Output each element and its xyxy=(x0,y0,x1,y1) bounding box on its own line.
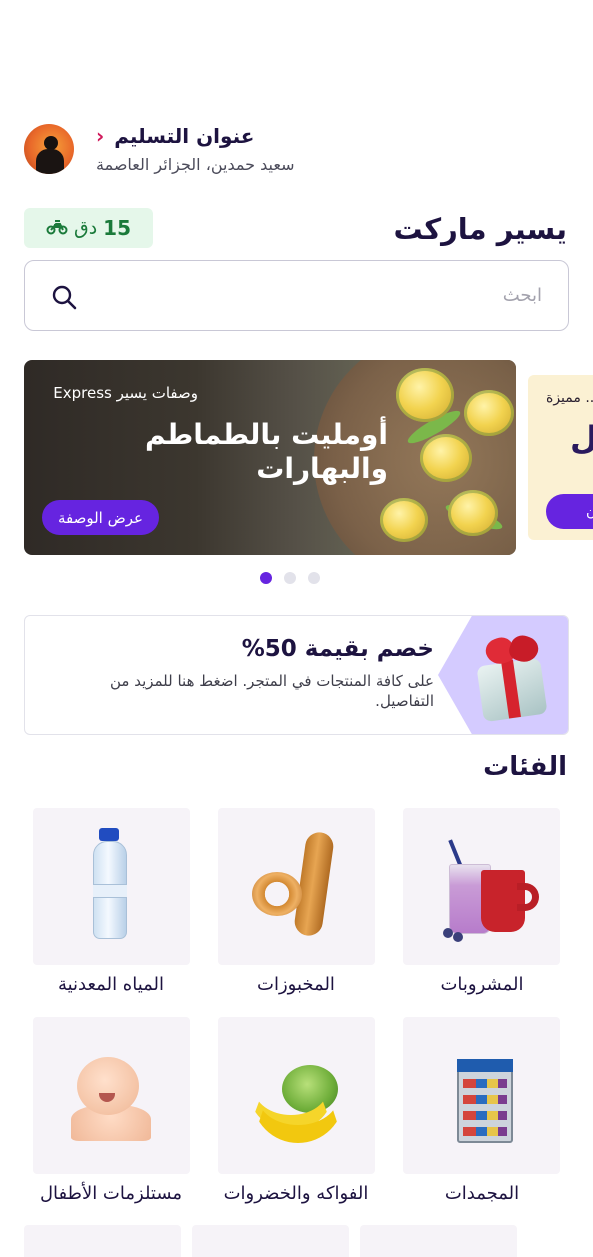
carousel-dot[interactable] xyxy=(284,572,296,584)
avatar[interactable] xyxy=(24,124,74,174)
category-label: المياه المعدنية xyxy=(57,974,165,995)
baby-icon[interactable] xyxy=(33,1017,190,1174)
home-screen: › عنوان التسليم سعيد حمدين، الجزائر العا… xyxy=(0,0,593,1257)
banana-icon[interactable] xyxy=(218,1017,375,1174)
banner-next-headline: ل xyxy=(570,419,593,457)
eta-unit: دق xyxy=(73,217,98,239)
carousel-pagination xyxy=(260,572,320,584)
delivery-address: سعيد حمدين، الجزائر العاصمة xyxy=(96,155,295,174)
category-label: المشروبات xyxy=(440,974,524,995)
drinks-icon[interactable] xyxy=(403,808,560,965)
bakery-icon[interactable] xyxy=(218,808,375,965)
carousel-dot-active[interactable] xyxy=(260,572,272,584)
discount-promo-card[interactable]: خصم بقيمة 50% على كافة المنتجات في المتج… xyxy=(24,615,569,735)
food-image-omelette xyxy=(464,390,514,436)
food-image-omelette xyxy=(420,434,472,482)
banner-headline: أومليت بالطماطم والبهارات xyxy=(144,418,388,486)
category-tile-partial[interactable] xyxy=(24,1225,181,1257)
category-label: مستلزمات الأطفال xyxy=(39,1183,183,1204)
search-input[interactable] xyxy=(25,261,568,330)
banner-next-button[interactable]: ... الآن xyxy=(546,494,593,529)
croissant xyxy=(252,872,302,916)
search-bar[interactable] xyxy=(24,260,569,331)
food-image-omelette xyxy=(380,498,428,542)
promo-banner-next[interactable]: ... مميزة ل ... الآن xyxy=(528,375,593,540)
bottle-cap xyxy=(99,828,119,841)
freezer-icon[interactable] xyxy=(403,1017,560,1174)
delivery-address-header[interactable]: › عنوان التسليم سعيد حمدين، الجزائر العا… xyxy=(24,124,569,176)
category-label: الفواكه والخضروات xyxy=(223,1183,369,1204)
berry xyxy=(443,928,453,938)
category-label: المجمدات xyxy=(444,1183,520,1204)
store-name: يسير ماركت xyxy=(393,212,567,246)
freezer-header xyxy=(457,1059,513,1072)
search-icon[interactable] xyxy=(51,284,77,310)
view-recipe-button[interactable]: عرض الوصفة xyxy=(42,500,159,535)
freezer-shelf xyxy=(463,1095,507,1104)
mug-handle xyxy=(517,883,539,911)
category-tile-partial[interactable] xyxy=(360,1225,517,1257)
chevron-right-icon[interactable]: › xyxy=(96,126,104,146)
category-label: المخبوزات xyxy=(257,974,335,995)
bottle-label xyxy=(93,884,127,898)
motorbike-icon xyxy=(46,217,68,239)
promo-description: على كافة المنتجات في المتجر. اضغط هنا لل… xyxy=(109,672,434,710)
carousel-dot[interactable] xyxy=(308,572,320,584)
delivery-eta-badge: دق 15 xyxy=(24,208,153,248)
eta-value: 15 xyxy=(103,216,132,240)
banner-next-tag: ... مميزة xyxy=(546,390,593,406)
promo-title: خصم بقيمة 50% xyxy=(241,636,434,662)
delivery-title-row[interactable]: › عنوان التسليم xyxy=(96,124,254,148)
delivery-title: عنوان التسليم xyxy=(114,124,255,148)
avatar-body xyxy=(36,149,64,174)
banner-tag: وصفات يسير Express xyxy=(53,384,198,402)
category-tile-partial[interactable] xyxy=(192,1225,349,1257)
water-bottle-icon[interactable] xyxy=(33,808,190,965)
baby-head xyxy=(77,1057,139,1115)
freezer-shelf xyxy=(463,1127,507,1136)
freezer-shelf xyxy=(463,1079,507,1088)
food-image-omelette xyxy=(396,368,454,422)
freezer-shelf xyxy=(463,1111,507,1120)
avatar-head xyxy=(44,136,58,150)
categories-title: الفئات xyxy=(483,752,567,782)
banana xyxy=(252,1087,344,1143)
food-image-omelette xyxy=(448,490,498,536)
berry xyxy=(453,932,463,942)
recipe-banner[interactable]: وصفات يسير Express أومليت بالطماطم والبه… xyxy=(24,360,516,555)
gift-icon xyxy=(472,631,552,723)
